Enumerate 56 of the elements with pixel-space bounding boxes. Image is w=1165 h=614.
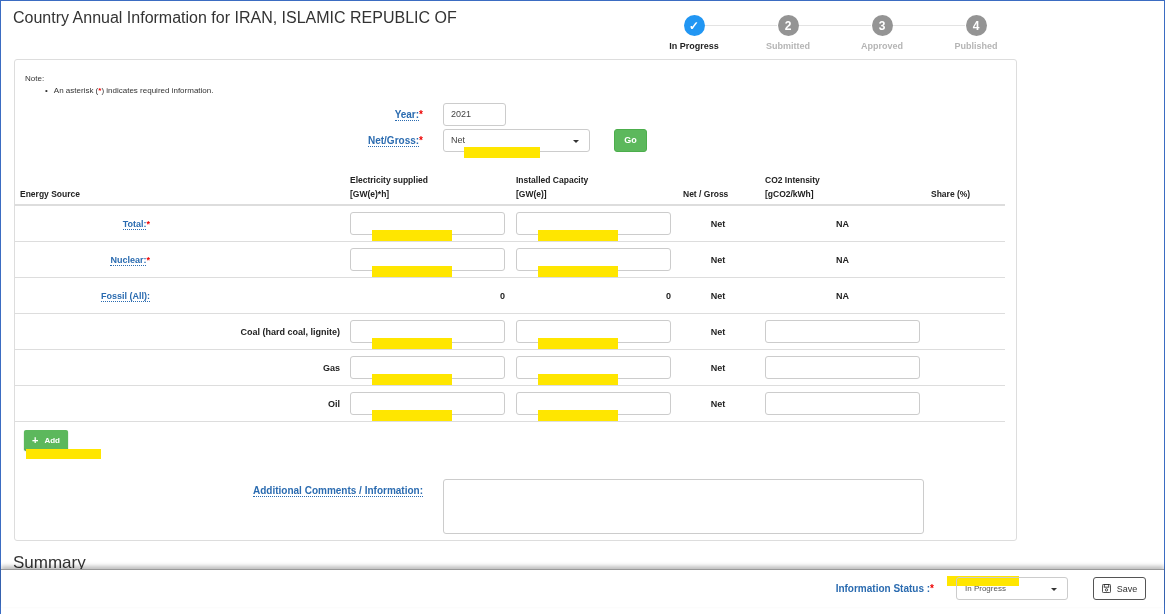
step-marker: 3 <box>871 15 893 36</box>
column-header: CO2 Intensity [gCO2/kWh] <box>765 174 821 201</box>
source-link[interactable]: Total: <box>122 218 147 230</box>
input-field[interactable] <box>765 392 920 415</box>
column-header: Installed Capacity [GW(e)] <box>516 174 590 201</box>
table-cell: 0 <box>500 290 505 301</box>
plus-icon: + <box>32 434 39 446</box>
step-marker: ✓ <box>683 15 705 36</box>
comments-label[interactable]: Additional Comments / Information: <box>253 485 423 497</box>
column-header: Share (%) <box>930 188 972 201</box>
table-cell: NA <box>836 218 849 229</box>
table-cell: Net <box>710 218 726 229</box>
input-field[interactable] <box>765 356 920 379</box>
table-cell: Net <box>710 290 726 301</box>
source-link[interactable]: Fossil (All): <box>101 290 150 302</box>
page-title: Country Annual Information for IRAN, ISLAMIC REPUBLIC OF <box>13 9 458 28</box>
caret-icon <box>573 139 579 143</box>
input-field[interactable] <box>765 320 920 343</box>
bullet-mark: • <box>45 86 48 95</box>
section-title: Summary <box>13 553 86 572</box>
comments-field[interactable] <box>443 479 924 534</box>
required-mark: * <box>146 254 150 265</box>
year-field[interactable]: 2021 <box>443 102 506 126</box>
required-mark: * <box>419 108 423 120</box>
column-header: Net / Gross <box>682 188 730 201</box>
required-mark: * <box>930 583 934 594</box>
note-heading: Note: <box>25 74 45 83</box>
step-marker: 4 <box>965 15 987 36</box>
table-cell: NA <box>836 290 849 301</box>
step-label: Submitted <box>766 41 810 51</box>
step-label: In Progress <box>669 41 719 51</box>
status-select[interactable]: In Progress <box>956 577 1068 600</box>
source-label: Gas <box>323 362 341 373</box>
table-cell: NA <box>836 254 849 265</box>
step-label: Approved <box>861 41 903 51</box>
save-icon <box>1101 584 1111 593</box>
table-cell: Net <box>710 254 726 265</box>
source-label: Oil <box>328 398 341 409</box>
field-label[interactable]: Year: <box>394 108 420 121</box>
field-label[interactable]: Net/Gross: <box>367 134 420 147</box>
column-header: Energy Source <box>19 188 81 201</box>
caret-icon <box>1051 588 1057 591</box>
step-marker: 2 <box>777 15 799 36</box>
column-header: Electricity supplied [GW(e)*h] <box>350 174 429 201</box>
required-mark: * <box>146 218 150 229</box>
source-label: Coal (hard coal, lignite) <box>240 326 341 337</box>
table-cell: Net <box>710 362 726 373</box>
status-label: Information Status : <box>835 583 931 594</box>
table-cell: 0 <box>666 290 671 301</box>
table-cell: Net <box>710 398 726 409</box>
save-button[interactable]: Save <box>1093 577 1146 600</box>
step-label: Published <box>954 41 998 51</box>
required-mark: * <box>419 134 423 146</box>
note-text: An asterisk (*) indicates required information. <box>53 86 214 95</box>
table-cell: Net <box>710 326 726 337</box>
source-link[interactable]: Nuclear: <box>110 254 147 266</box>
